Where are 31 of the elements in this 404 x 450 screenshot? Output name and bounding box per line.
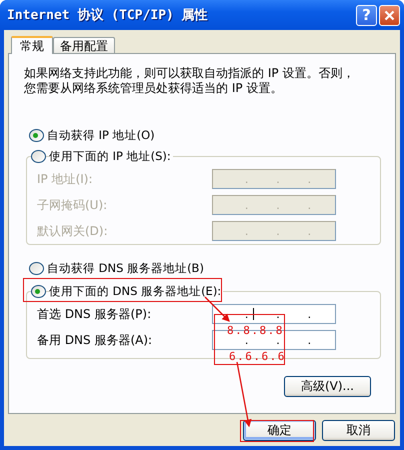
field-label: 首选 DNS 服务器(P): <box>37 306 152 322</box>
radio-button[interactable] <box>29 262 44 274</box>
annotation-arrow <box>236 362 252 428</box>
field-label: 默认网关(D): <box>37 222 109 240</box>
window-title: Internet 协议 (TCP/IP) 属性 <box>7 6 209 24</box>
close-button[interactable] <box>379 4 400 26</box>
radio-label: 使用下面的 DNS 服务器地址(E): <box>49 284 224 298</box>
ip-address-field: . . . <box>212 195 336 215</box>
close-icon <box>384 10 395 20</box>
annotation-arrow <box>204 296 230 322</box>
field-label: 备用 DNS 服务器(A): <box>37 332 154 348</box>
radio-button[interactable] <box>31 284 46 298</box>
ip-address-field[interactable]: . . . <box>212 304 336 324</box>
field-label: IP 地址(I): <box>37 170 94 188</box>
tab[interactable]: 备用配置 <box>53 37 115 53</box>
description-text: 如果网络支持此功能，则可以获取自动指派的 IP 设置。否则，您需要从网络系统管理员处获得适当的 IP 设置。 <box>24 66 356 96</box>
tab[interactable]: 常规 <box>11 36 53 54</box>
radio-label: 自动获得 IP 地址(O) <box>47 128 157 142</box>
annotation-text: 6.6.6.6 <box>229 352 286 362</box>
ip-address-field: . . . <box>212 169 336 189</box>
radio-label: 使用下面的 IP 地址(S): <box>49 148 173 164</box>
ip-address-field: . . . <box>212 221 336 241</box>
advanced-button[interactable]: 高级(V)... <box>284 376 371 397</box>
field-label: 子网掩码(U): <box>37 196 108 214</box>
annotation-box <box>214 314 285 365</box>
ok-button[interactable]: 确定 <box>243 420 316 441</box>
radio-label: 自动获得 DNS 服务器地址(B) <box>47 260 206 276</box>
radio-button[interactable] <box>31 150 46 162</box>
help-button[interactable]: ? <box>356 4 377 26</box>
cancel-button[interactable]: 取消 <box>322 420 395 441</box>
radio-button[interactable] <box>29 128 44 142</box>
